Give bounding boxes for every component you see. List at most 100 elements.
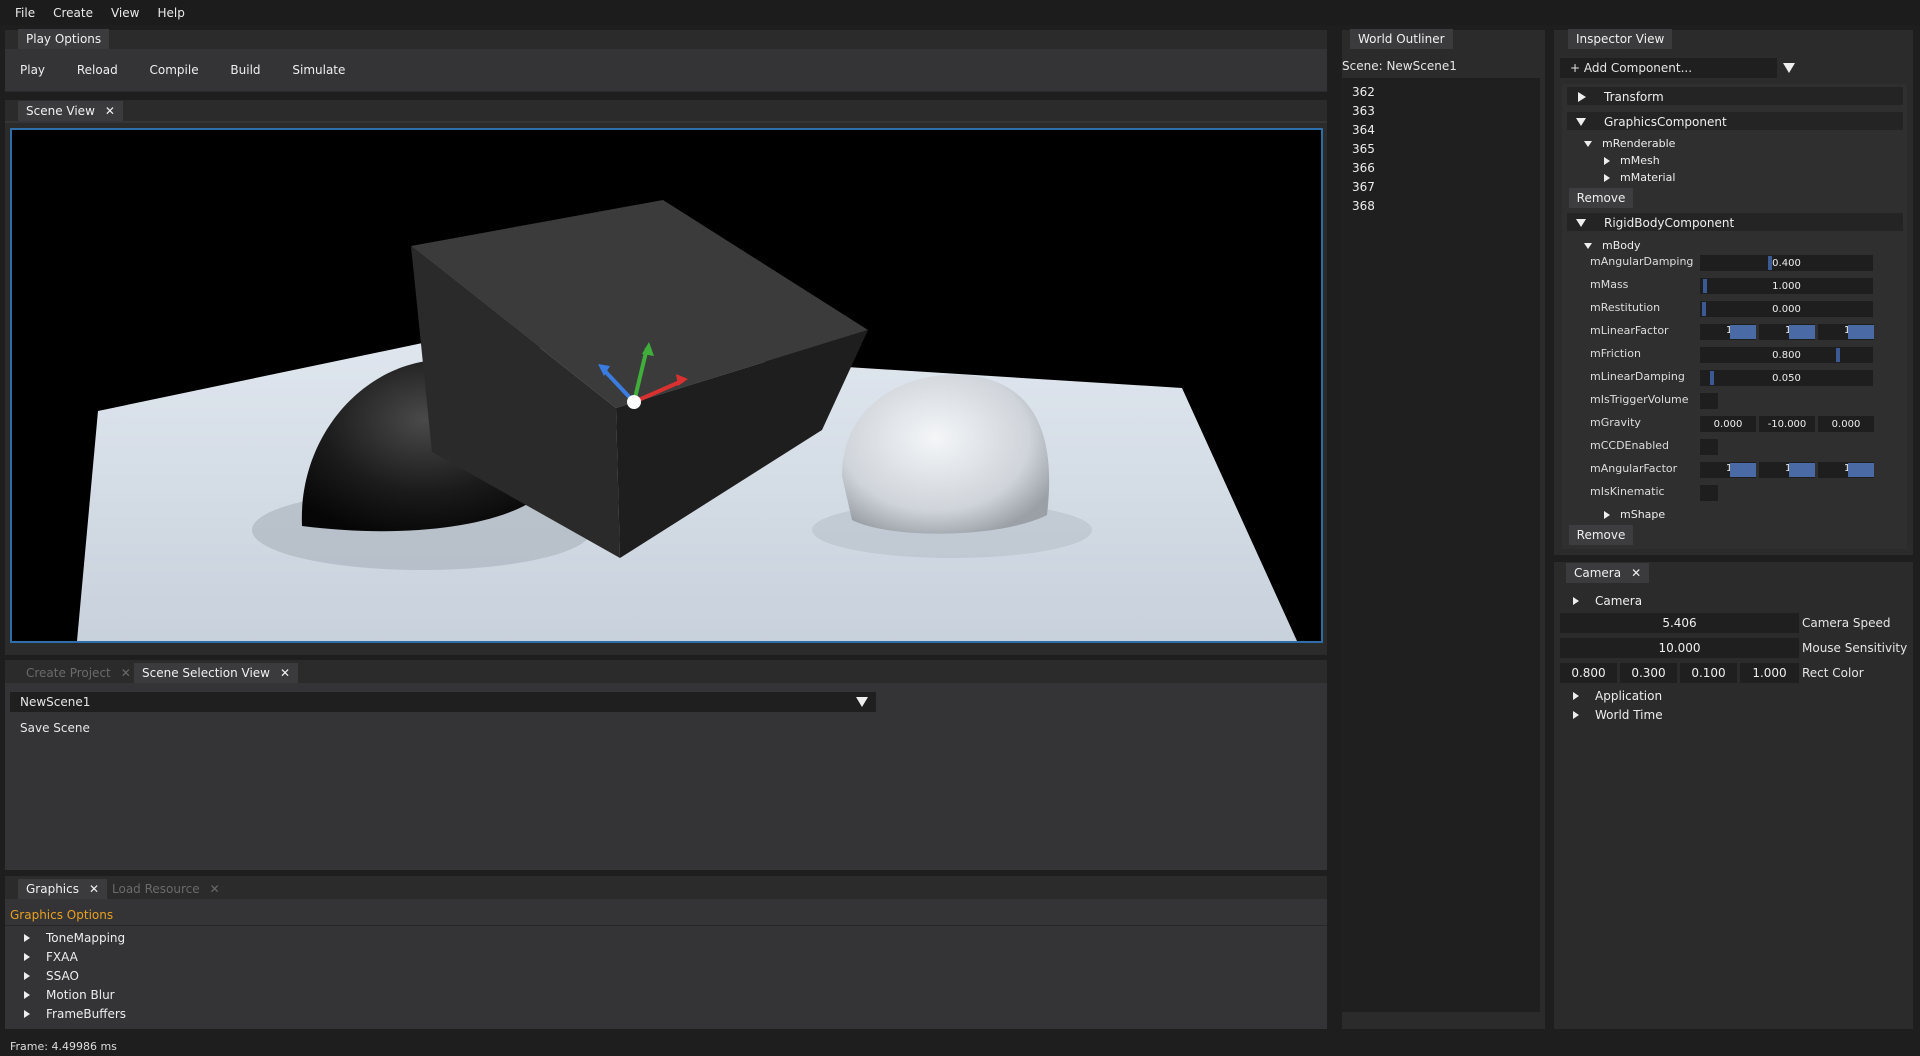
rect-color-a[interactable]: 1.000 [1740, 663, 1799, 683]
outliner-entity-368[interactable]: 368 [1352, 199, 1375, 213]
rect-color-r[interactable]: 0.800 [1560, 663, 1617, 683]
tab-load-resource[interactable]: Load Resource ✕ [104, 879, 228, 899]
prop-mass-grab[interactable] [1703, 279, 1707, 293]
camera-speed-field[interactable]: 5.406 [1560, 613, 1799, 633]
remove-rigidbody-component-button[interactable]: Remove [1569, 525, 1633, 545]
tab-camera[interactable]: Camera ✕ [1566, 563, 1650, 583]
chevron-down-icon[interactable] [1783, 63, 1795, 73]
scene-render [12, 130, 1321, 641]
tab-scene-view[interactable]: Scene View ✕ [18, 101, 123, 121]
menu-help[interactable]: Help [148, 6, 193, 20]
play-button[interactable]: Play [20, 63, 45, 77]
prop-linear-factor-x[interactable]: 1 [1700, 324, 1756, 340]
scene-viewport[interactable] [10, 128, 1323, 643]
prop-ccd-checkbox[interactable] [1700, 439, 1718, 455]
graphics-item-fxaa[interactable]: FXAA [24, 950, 78, 964]
remove-graphics-component-button[interactable]: Remove [1569, 188, 1633, 208]
prop-gravity-x[interactable]: 0.000 [1700, 416, 1756, 432]
rect-color-g-value: 0.300 [1631, 666, 1666, 680]
save-scene-button[interactable]: Save Scene [20, 721, 90, 735]
graphics-item-ssao[interactable]: SSAO [24, 969, 79, 983]
rect-color-label: Rect Color [1802, 666, 1864, 680]
application-section[interactable]: Application [1573, 689, 1662, 703]
tab-scene-selection[interactable]: Scene Selection View ✕ [134, 663, 299, 683]
close-icon[interactable]: ✕ [105, 104, 115, 118]
expand-arrow-icon [1578, 92, 1586, 102]
field-mmaterial[interactable]: mMaterial [1604, 171, 1675, 184]
prop-restitution-label: mRestitution [1590, 301, 1661, 314]
prop-angular-damping-grab[interactable] [1768, 256, 1772, 270]
prop-gravity-z[interactable]: 0.000 [1818, 416, 1874, 432]
outliner-entity-363[interactable]: 363 [1352, 104, 1375, 118]
mouse-sensitivity-field[interactable]: 10.000 [1560, 638, 1799, 658]
prop-mass-label: mMass [1590, 278, 1629, 291]
tab-world-outliner[interactable]: World Outliner [1350, 29, 1453, 49]
field-mbody[interactable]: mBody [1584, 239, 1640, 252]
build-button[interactable]: Build [230, 63, 260, 77]
expand-arrow-icon [1573, 711, 1579, 719]
graphics-item-tonemapping[interactable]: ToneMapping [24, 931, 125, 945]
field-mbody-label: mBody [1602, 239, 1641, 252]
menu-create[interactable]: Create [44, 6, 102, 20]
add-component-button[interactable]: + Add Component... [1560, 58, 1777, 78]
graphics-item-framebuffers[interactable]: FrameBuffers [24, 1007, 126, 1021]
prop-angular-factor-y[interactable]: 1 [1759, 462, 1815, 478]
prop-linear-factor-z[interactable]: 1 [1818, 324, 1874, 340]
tab-play-options[interactable]: Play Options [18, 29, 110, 49]
menu-file[interactable]: File [6, 6, 44, 20]
world-time-section-label: World Time [1595, 708, 1663, 722]
tab-inspector[interactable]: Inspector View [1568, 29, 1673, 49]
prop-angular-factor-x[interactable]: 1 [1700, 462, 1756, 478]
outliner-entity-365[interactable]: 365 [1352, 142, 1375, 156]
field-mrenderable[interactable]: mRenderable [1584, 137, 1675, 150]
outliner-entity-366[interactable]: 366 [1352, 161, 1375, 175]
menu-view[interactable]: View [102, 6, 148, 20]
field-mmesh[interactable]: mMesh [1604, 154, 1660, 167]
tab-create-project[interactable]: Create Project ✕ [18, 663, 139, 683]
component-transform[interactable]: Transform [1578, 90, 1664, 104]
simulate-button[interactable]: Simulate [292, 63, 345, 77]
prop-linear-damping-slider[interactable]: 0.050 [1700, 370, 1873, 386]
tab-camera-label: Camera [1574, 566, 1622, 580]
close-icon[interactable]: ✕ [210, 882, 220, 896]
scene-dropdown[interactable]: NewScene1 [10, 692, 876, 712]
field-mshape[interactable]: mShape [1604, 508, 1665, 521]
prop-friction-grab[interactable] [1836, 348, 1840, 362]
prop-linear-factor-label: mLinearFactor [1590, 324, 1669, 337]
prop-restitution-grab[interactable] [1702, 302, 1706, 316]
prop-angular-factor-label: mAngularFactor [1590, 462, 1678, 475]
outliner-entity-367[interactable]: 367 [1352, 180, 1375, 194]
tab-scene-view-label: Scene View [26, 104, 95, 118]
outliner-entity-364[interactable]: 364 [1352, 123, 1375, 137]
prop-friction-slider[interactable]: 0.800 [1700, 347, 1873, 363]
prop-angular-damping-label: mAngularDamping [1590, 255, 1694, 268]
close-icon[interactable]: ✕ [121, 666, 131, 680]
prop-mass-slider[interactable]: 1.000 [1700, 278, 1873, 294]
prop-gravity-y[interactable]: -10.000 [1759, 416, 1815, 432]
prop-angular-damping-slider[interactable]: 0.400 [1700, 255, 1873, 271]
outliner-scene-label: Scene: NewScene1 [1342, 59, 1457, 73]
rect-color-b[interactable]: 0.100 [1680, 663, 1737, 683]
outliner-entity-362[interactable]: 362 [1352, 85, 1375, 99]
reload-button[interactable]: Reload [77, 63, 118, 77]
close-icon[interactable]: ✕ [1631, 566, 1641, 580]
prop-angular-factor-z[interactable]: 1 [1818, 462, 1874, 478]
prop-linear-factor-y[interactable]: 1 [1759, 324, 1815, 340]
prop-restitution-slider[interactable]: 0.000 [1700, 301, 1873, 317]
world-time-section[interactable]: World Time [1573, 708, 1663, 722]
prop-gravity-z-value: 0.000 [1831, 418, 1861, 430]
compile-button[interactable]: Compile [150, 63, 199, 77]
tab-graphics[interactable]: Graphics ✕ [18, 879, 108, 899]
prop-gravity-y-value: -10.000 [1767, 418, 1807, 430]
close-icon[interactable]: ✕ [89, 882, 99, 896]
prop-trigger-checkbox[interactable] [1700, 393, 1718, 409]
close-icon[interactable]: ✕ [280, 666, 290, 680]
camera-section[interactable]: Camera [1573, 594, 1642, 608]
rect-color-g[interactable]: 0.300 [1620, 663, 1677, 683]
component-rigidbody[interactable]: RigidBodyComponent [1576, 216, 1734, 230]
component-graphics[interactable]: GraphicsComponent [1576, 115, 1727, 129]
prop-linear-damping-grab[interactable] [1710, 371, 1714, 385]
graphics-item-motion-blur[interactable]: Motion Blur [24, 988, 115, 1002]
prop-kinematic-checkbox[interactable] [1700, 485, 1718, 501]
component-transform-label: Transform [1604, 90, 1664, 104]
